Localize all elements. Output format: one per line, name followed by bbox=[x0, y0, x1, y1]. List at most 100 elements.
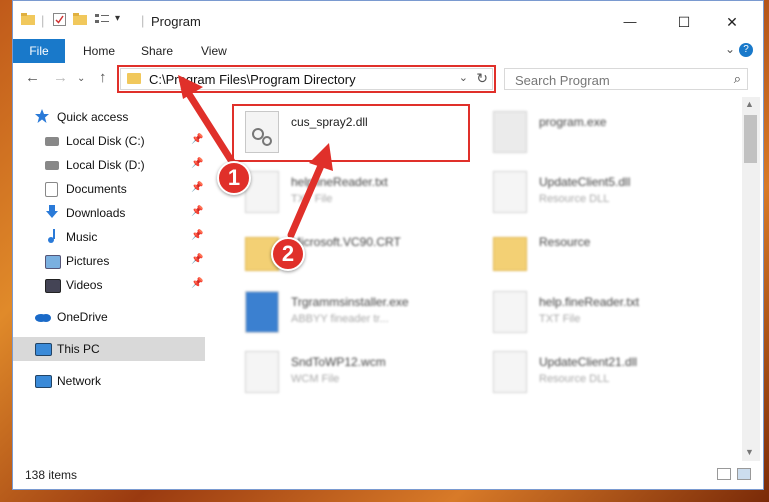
sidebar-item-onedrive[interactable]: OneDrive bbox=[13, 305, 205, 329]
new-folder-icon[interactable] bbox=[73, 13, 87, 28]
file-type: Resource DLL bbox=[539, 373, 610, 385]
cloud-icon bbox=[35, 311, 51, 323]
customize-icon[interactable] bbox=[95, 13, 111, 28]
music-icon bbox=[46, 229, 60, 243]
file-item-folder[interactable]: Resource bbox=[481, 225, 721, 285]
ribbon-expand-icon[interactable]: ⌄ bbox=[725, 42, 735, 56]
file-list: cus_spray2.dll program.exe helpfineReade… bbox=[221, 97, 741, 461]
sidebar-item-documents[interactable]: Documents 📌 bbox=[13, 177, 205, 201]
sidebar-item-local-disk-d[interactable]: Local Disk (D:) 📌 bbox=[13, 153, 205, 177]
pin-icon[interactable]: 📌 bbox=[191, 206, 203, 217]
dll-gear-icon bbox=[493, 171, 527, 213]
up-button[interactable]: ↑ bbox=[99, 69, 107, 86]
drive-icon bbox=[45, 137, 59, 146]
sidebar-item-label: This PC bbox=[57, 342, 100, 356]
search-icon[interactable]: ⌕ bbox=[734, 71, 741, 87]
file-name: UpdateClient21.dll bbox=[539, 355, 638, 369]
sidebar-item-label: Local Disk (D:) bbox=[66, 158, 145, 172]
file-icon bbox=[245, 351, 279, 393]
qa-dropdown-icon[interactable]: ▾ bbox=[115, 13, 120, 24]
file-item-folder[interactable]: Microsoft.VC90.CRT bbox=[233, 225, 473, 285]
close-button[interactable]: ✕ bbox=[709, 9, 755, 35]
recent-locations-button[interactable]: ⌄ bbox=[77, 73, 85, 84]
file-type: TXT File bbox=[291, 193, 333, 205]
step-1-badge: 1 bbox=[217, 161, 251, 195]
folder-icon bbox=[493, 237, 527, 271]
sidebar-item-pictures[interactable]: Pictures 📌 bbox=[13, 249, 205, 273]
drive-icon bbox=[45, 161, 59, 170]
file-name: Trgrammsinstaller.exe bbox=[291, 295, 409, 309]
file-item-program-exe[interactable]: program.exe bbox=[481, 105, 721, 165]
sidebar-item-label: OneDrive bbox=[57, 310, 108, 324]
sidebar-item-music[interactable]: Music 📌 bbox=[13, 225, 205, 249]
computer-icon bbox=[35, 343, 52, 356]
search-input[interactable] bbox=[513, 71, 717, 89]
sidebar-item-label: Quick access bbox=[57, 110, 129, 124]
sidebar-item-label: Local Disk (C:) bbox=[66, 134, 145, 148]
file-item-exe[interactable]: Trgrammsinstaller.exe ABBYY fineader tr.… bbox=[233, 285, 473, 345]
pin-icon[interactable]: 📌 bbox=[191, 254, 203, 265]
txt-icon bbox=[493, 291, 527, 333]
pin-icon[interactable]: 📌 bbox=[191, 278, 203, 289]
tab-file[interactable]: File bbox=[13, 39, 65, 63]
tab-home[interactable]: Home bbox=[83, 39, 115, 63]
file-item-wcm[interactable]: SndToWP12.wcm WCM File bbox=[233, 345, 473, 405]
folder-icon bbox=[127, 73, 141, 84]
file-name: Resource bbox=[539, 235, 591, 249]
minimize-button[interactable]: — bbox=[607, 9, 653, 35]
sidebar-item-label: Pictures bbox=[66, 254, 110, 268]
address-dropdown-icon[interactable]: ⌄ bbox=[459, 71, 468, 84]
file-name: cus_spray2.dll bbox=[291, 115, 368, 129]
tab-share[interactable]: Share bbox=[141, 39, 173, 63]
item-count: 138 items bbox=[25, 468, 78, 482]
file-item-txt[interactable]: help.fineReader.txt TXT File bbox=[481, 285, 721, 345]
sidebar-item-downloads[interactable]: Downloads 📌 bbox=[13, 201, 205, 225]
sidebar-item-local-disk-c[interactable]: Local Disk (C:) 📌 bbox=[13, 129, 205, 153]
file-item-dll[interactable]: UpdateClient21.dll Resource DLL bbox=[481, 345, 721, 405]
sidebar-item-network[interactable]: Network bbox=[13, 369, 205, 393]
network-icon bbox=[35, 375, 52, 388]
star-icon bbox=[35, 109, 49, 123]
large-icons-view-icon[interactable] bbox=[737, 468, 751, 480]
file-type: WCM File bbox=[291, 373, 340, 385]
pin-icon[interactable]: 📌 bbox=[191, 230, 203, 241]
pin-icon[interactable]: 📌 bbox=[191, 158, 203, 169]
tab-view[interactable]: View bbox=[201, 39, 227, 63]
separator: | bbox=[41, 13, 45, 28]
maximize-button[interactable]: ☐ bbox=[661, 9, 707, 35]
status-bar: 138 items bbox=[13, 463, 763, 487]
details-view-icon[interactable] bbox=[717, 468, 731, 480]
videos-icon bbox=[45, 279, 61, 293]
sidebar-item-videos[interactable]: Videos 📌 bbox=[13, 273, 205, 297]
back-button[interactable]: ← bbox=[25, 69, 40, 86]
file-item-dll[interactable]: UpdateClient5.dll Resource DLL bbox=[481, 165, 721, 225]
sidebar-item-this-pc[interactable]: This PC bbox=[13, 337, 205, 361]
scroll-down-icon[interactable]: ▼ bbox=[745, 447, 754, 457]
separator: | bbox=[141, 13, 145, 28]
address-bar[interactable]: C:\Program Files\Program Directory ⌄ ↻ bbox=[120, 68, 493, 90]
file-name: Microsoft.VC90.CRT bbox=[291, 235, 401, 249]
address-path[interactable]: C:\Program Files\Program Directory bbox=[149, 72, 356, 87]
file-name: UpdateClient5.dll bbox=[539, 175, 631, 189]
file-name: program.exe bbox=[539, 115, 607, 129]
folder-icon bbox=[21, 13, 35, 28]
search-box[interactable]: ⌕ bbox=[504, 68, 748, 90]
file-name: help.fineReader.txt bbox=[539, 295, 640, 309]
help-icon[interactable]: ? bbox=[739, 43, 753, 57]
sidebar-item-quick-access[interactable]: Quick access bbox=[13, 105, 205, 129]
scroll-up-icon[interactable]: ▲ bbox=[745, 99, 754, 109]
sidebar-item-label: Documents bbox=[66, 182, 127, 196]
vertical-scrollbar[interactable]: ▲ ▼ bbox=[742, 97, 760, 461]
properties-icon[interactable] bbox=[53, 13, 66, 29]
file-name: SndToWP12.wcm bbox=[291, 355, 386, 369]
pin-icon[interactable]: 📌 bbox=[191, 182, 203, 193]
forward-button[interactable]: → bbox=[53, 69, 68, 86]
scroll-thumb[interactable] bbox=[744, 115, 757, 163]
file-item-txt[interactable]: helpfineReader.txt TXT File bbox=[233, 165, 473, 225]
exe-icon bbox=[493, 111, 527, 153]
documents-icon bbox=[45, 182, 58, 197]
sidebar-item-label: Network bbox=[57, 374, 102, 388]
file-item-cus-spray2-dll[interactable]: cus_spray2.dll bbox=[233, 105, 473, 165]
refresh-icon[interactable]: ↻ bbox=[476, 70, 488, 87]
pin-icon[interactable]: 📌 bbox=[191, 134, 203, 145]
